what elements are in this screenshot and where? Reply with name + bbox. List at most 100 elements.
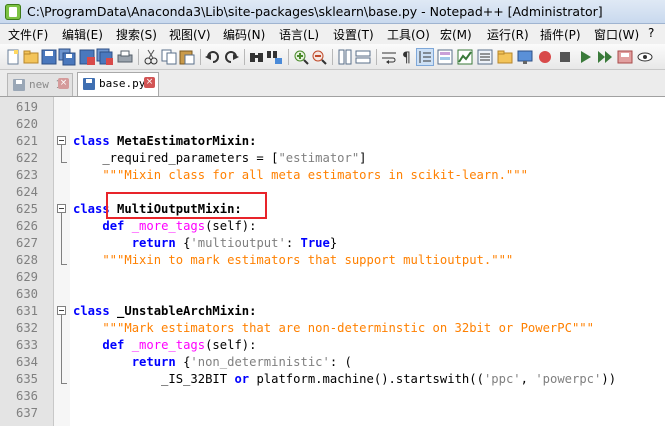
- code-text: def _more_tags(self):: [73, 218, 256, 235]
- wrap-icon[interactable]: [380, 48, 398, 66]
- code-line[interactable]: 626 def _more_tags(self):: [0, 218, 665, 235]
- code-line[interactable]: 621 class MetaEstimatorMixin:: [0, 133, 665, 150]
- menu-encoding[interactable]: 编码(N): [223, 26, 265, 43]
- menu-tools[interactable]: 工具(O): [387, 26, 430, 43]
- code-token: 'non_deterministic': [190, 355, 330, 369]
- stop-record-icon[interactable]: [556, 48, 574, 66]
- code-token: 'multioutput': [190, 236, 286, 250]
- tab-base-py[interactable]: base.py ×: [77, 72, 159, 96]
- code-token: class: [73, 202, 110, 216]
- tab-new-1[interactable]: new 1 ×: [7, 73, 73, 96]
- code-token: """Mark estimators that are non-determin…: [73, 321, 594, 335]
- code-line[interactable]: 627 return {'multioutput': True}: [0, 235, 665, 252]
- menu-edit[interactable]: 编辑(E): [62, 26, 103, 43]
- record-icon[interactable]: [536, 48, 554, 66]
- close-all-icon[interactable]: [96, 48, 114, 66]
- menu-help[interactable]: ?: [648, 26, 654, 40]
- doc-map-icon[interactable]: [456, 48, 474, 66]
- redo-icon[interactable]: [222, 48, 240, 66]
- close-tab-icon[interactable]: ×: [58, 78, 69, 89]
- code-line[interactable]: 628 """Mixin to mark estimators that sup…: [0, 252, 665, 269]
- code-line[interactable]: 636: [0, 388, 665, 405]
- print-icon[interactable]: [116, 48, 134, 66]
- code-line[interactable]: 624: [0, 184, 665, 201]
- code-line[interactable]: 633 def _more_tags(self):: [0, 337, 665, 354]
- code-line[interactable]: 631 class _UnstableArchMixin:: [0, 303, 665, 320]
- save-icon[interactable]: [40, 48, 58, 66]
- indent-guide-icon[interactable]: [416, 48, 434, 66]
- cut-icon[interactable]: [142, 48, 160, 66]
- code-token: return: [131, 236, 176, 250]
- code-token: :: [285, 236, 301, 250]
- preview-icon[interactable]: [636, 48, 654, 66]
- zoom-in-icon[interactable]: [292, 48, 310, 66]
- close-icon[interactable]: [78, 48, 96, 66]
- fold-end-mark: [61, 264, 67, 265]
- save-macro-icon[interactable]: [616, 48, 634, 66]
- menu-bar: 文件(F) 编辑(E) 搜索(S) 视图(V) 编码(N) 语言(L) 设置(T…: [0, 24, 665, 44]
- udl-icon[interactable]: [436, 48, 454, 66]
- notepadpp-icon: [5, 4, 21, 20]
- open-file-icon[interactable]: [22, 48, 40, 66]
- replace-icon[interactable]: [266, 48, 284, 66]
- code-text: class _UnstableArchMixin:: [73, 303, 256, 320]
- code-token: True: [300, 236, 330, 250]
- menu-plugins[interactable]: 插件(P): [540, 26, 581, 43]
- menu-run[interactable]: 运行(R): [487, 26, 529, 43]
- close-tab-icon[interactable]: ×: [144, 77, 155, 88]
- find-icon[interactable]: [248, 48, 266, 66]
- window-title: C:\ProgramData\Anaconda3\Lib\site-packag…: [27, 4, 603, 19]
- menu-file[interactable]: 文件(F): [8, 26, 48, 43]
- folder-workspace-icon[interactable]: [496, 48, 514, 66]
- line-number: 627: [15, 236, 38, 250]
- code-line[interactable]: 637: [0, 405, 665, 422]
- code-token: class: [73, 134, 110, 148]
- fold-toggle-icon[interactable]: [57, 306, 66, 315]
- menu-settings[interactable]: 设置(T): [333, 26, 374, 43]
- code-text: """Mixin class for all meta estimators i…: [73, 167, 528, 184]
- zoom-out-icon[interactable]: [310, 48, 328, 66]
- line-number: 637: [15, 406, 38, 420]
- code-line[interactable]: 625 class MultiOutputMixin:: [0, 201, 665, 218]
- line-number: 630: [15, 287, 38, 301]
- code-line[interactable]: 619: [0, 99, 665, 116]
- code-line[interactable]: 630: [0, 286, 665, 303]
- func-list-icon[interactable]: [476, 48, 494, 66]
- menu-search[interactable]: 搜索(S): [116, 26, 157, 43]
- all-chars-icon[interactable]: ¶: [398, 48, 416, 66]
- menu-language[interactable]: 语言(L): [279, 26, 319, 43]
- copy-icon[interactable]: [160, 48, 178, 66]
- code-token: or: [234, 372, 250, 386]
- code-token: platform.machine().startswith((: [249, 372, 484, 386]
- sync-v-icon[interactable]: [336, 48, 354, 66]
- save-all-icon[interactable]: [58, 48, 76, 66]
- paste-icon[interactable]: [178, 48, 196, 66]
- undo-icon[interactable]: [204, 48, 222, 66]
- code-line[interactable]: 634 return {'non_deterministic': (: [0, 354, 665, 371]
- code-line[interactable]: 622 _required_parameters = ["estimator"]: [0, 150, 665, 167]
- code-line[interactable]: 629: [0, 269, 665, 286]
- menu-window[interactable]: 窗口(W): [594, 26, 639, 43]
- menu-view[interactable]: 视图(V): [169, 26, 211, 43]
- playback-icon[interactable]: [576, 48, 594, 66]
- code-editor[interactable]: 619 620 621 class MetaEstimatorMixin: 622 _r…: [0, 96, 665, 426]
- sync-h-icon[interactable]: [354, 48, 372, 66]
- code-token: {: [175, 236, 191, 250]
- fold-toggle-icon[interactable]: [57, 136, 66, 145]
- macro-fast-icon[interactable]: [596, 48, 614, 66]
- code-line[interactable]: 623 """Mixin class for all meta estimato…: [0, 167, 665, 184]
- code-text: def _more_tags(self):: [73, 337, 256, 354]
- title-bar[interactable]: C:\ProgramData\Anaconda3\Lib\site-packag…: [0, 0, 665, 24]
- toolbar-separator: [138, 49, 139, 65]
- fold-toggle-icon[interactable]: [57, 204, 66, 213]
- code-line[interactable]: 620: [0, 116, 665, 133]
- menu-macro[interactable]: 宏(M): [440, 26, 472, 43]
- code-line[interactable]: 632 """Mark estimators that are non-dete…: [0, 320, 665, 337]
- monitor-icon[interactable]: [516, 48, 534, 66]
- code-line[interactable]: 635 _IS_32BIT or platform.machine().star…: [0, 371, 665, 388]
- code-token: _more_tags: [131, 338, 206, 352]
- new-file-icon[interactable]: [4, 48, 22, 66]
- code-token: ,: [520, 372, 536, 386]
- saved-file-icon: [83, 78, 95, 90]
